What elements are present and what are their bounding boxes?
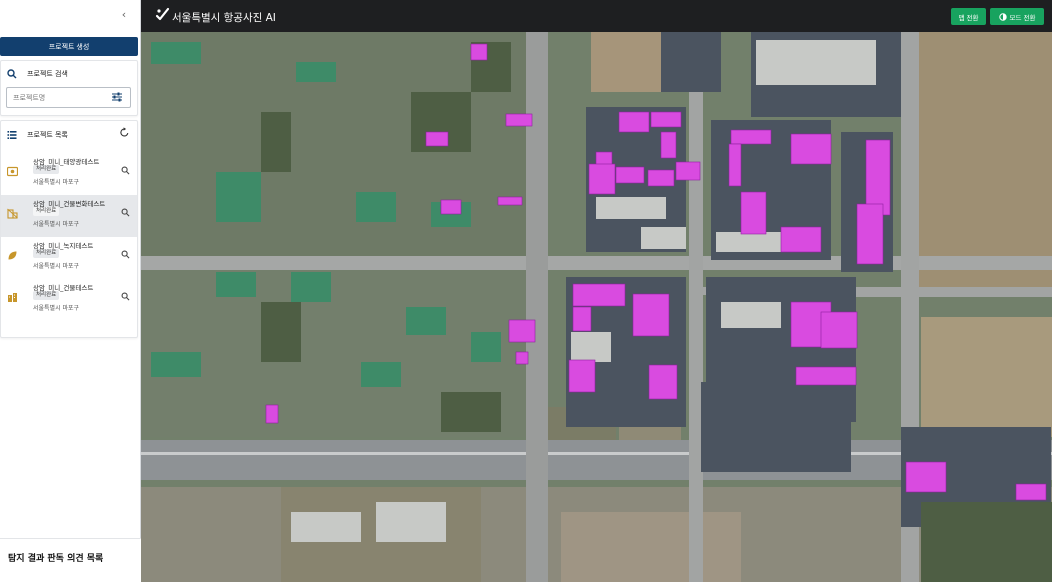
- mode-toggle-label: 모드 전환: [1009, 13, 1036, 22]
- zoom-to-project-icon[interactable]: [121, 166, 130, 175]
- solar-panel-icon: [7, 166, 18, 177]
- app-logo-icon: [155, 7, 170, 21]
- project-location: 서울특별시 마포구: [33, 263, 80, 270]
- aerial-photo: [141, 32, 1052, 582]
- zoom-to-project-icon[interactable]: [121, 292, 130, 301]
- project-search-title: 프로젝트 검색: [27, 70, 68, 78]
- mode-toggle-button[interactable]: 모드 전환: [990, 8, 1044, 25]
- project-list-panel: 프로젝트 목록 상암_미니_태양광테스트 처리완료 서울특별시 마포구 상암_미…: [0, 120, 138, 338]
- detection-review-title: 탐지 결과 판독 의견 목록: [8, 554, 104, 564]
- aerial-map[interactable]: [141, 32, 1052, 582]
- project-location: 서울특별시 마포구: [33, 221, 80, 228]
- project-location: 서울특별시 마포구: [33, 179, 80, 186]
- app-title: 서울특별시 항공사진 AI: [172, 12, 276, 24]
- search-icon: [7, 69, 17, 79]
- project-list-item[interactable]: 상암_미니_건물변화테스트 처리완료 서울특별시 마포구: [1, 195, 137, 237]
- filter-sliders-icon[interactable]: [111, 91, 123, 103]
- sidebar: ‹ 프로젝트 생성 프로젝트 검색 프로젝트명 프로젝트 목록 상암_미니_태양…: [0, 0, 141, 582]
- list-icon: [7, 131, 17, 139]
- leaf-icon: [8, 251, 17, 260]
- project-location: 서울특별시 마포구: [33, 305, 80, 312]
- project-list-item[interactable]: 상암_미니_태양광테스트 처리완료 서울특별시 마포구: [1, 153, 137, 195]
- detection-review-panel: 탐지 결과 판독 의견 목록: [0, 538, 141, 582]
- create-project-button[interactable]: 프로젝트 생성: [0, 37, 138, 56]
- contrast-icon: [998, 12, 1007, 21]
- collapse-sidebar-icon[interactable]: ‹: [118, 8, 130, 22]
- zoom-to-project-icon[interactable]: [121, 208, 130, 217]
- zoom-to-project-icon[interactable]: [121, 250, 130, 259]
- status-badge: 처리완료: [33, 291, 60, 300]
- refresh-icon[interactable]: [119, 127, 130, 138]
- building-change-icon: [7, 208, 18, 219]
- status-badge: 처리완료: [33, 249, 60, 258]
- project-list-item[interactable]: 상암_미니_건물테스트 처리완료 서울특별시 마포구: [1, 279, 137, 321]
- status-badge: 처리완료: [33, 165, 60, 174]
- project-list-title: 프로젝트 목록: [27, 131, 68, 139]
- project-search-header: 프로젝트 검색: [7, 69, 68, 79]
- project-list-item[interactable]: 상암_미니_녹지테스트 처리완료 서울특별시 마포구: [1, 237, 137, 279]
- project-list-header: 프로젝트 목록: [7, 130, 68, 140]
- map-toggle-button[interactable]: 맵 전환: [951, 8, 986, 25]
- building-icon: [8, 293, 17, 302]
- status-badge: 처리완료: [33, 207, 60, 216]
- app-header: 서울특별시 항공사진 AI 맵 전환 모드 전환: [141, 0, 1052, 32]
- project-search-panel: 프로젝트 검색: [0, 60, 138, 116]
